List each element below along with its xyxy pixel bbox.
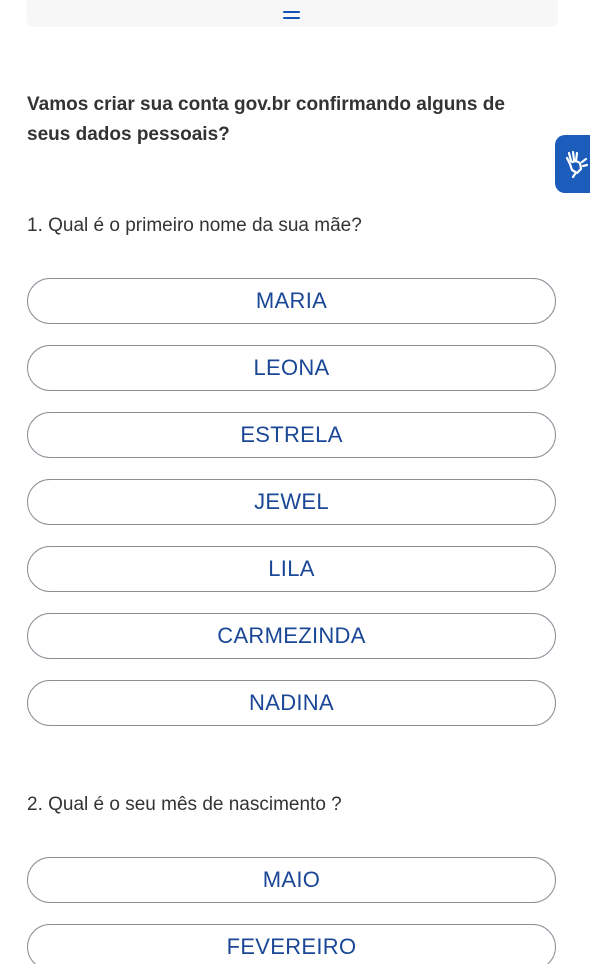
option-estrela-button[interactable]: ESTRELA xyxy=(27,412,556,458)
intro-text: Vamos criar sua conta gov.br confirmando… xyxy=(27,94,505,145)
option-lila-button[interactable]: LILA xyxy=(27,546,556,592)
option-fevereiro-button[interactable]: FEVEREIRO xyxy=(27,924,556,964)
question-1-label: 1. Qual é o primeiro nome da sua mãe? xyxy=(27,215,362,236)
menu-icon-line xyxy=(283,17,300,19)
menu-icon[interactable] xyxy=(283,11,300,19)
top-bar xyxy=(27,0,558,27)
menu-icon-line xyxy=(283,11,300,13)
option-carmezinda-button[interactable]: CARMEZINDA xyxy=(27,613,556,659)
option-leona-button[interactable]: LEONA xyxy=(27,345,556,391)
question-2-label: 2. Qual é o seu mês de nascimento ? xyxy=(27,794,342,815)
option-nadina-button[interactable]: NADINA xyxy=(27,680,556,726)
option-maria-button[interactable]: MARIA xyxy=(27,278,556,324)
page: Vamos criar sua conta gov.br confirmando… xyxy=(0,0,590,964)
option-maio-button[interactable]: MAIO xyxy=(27,857,556,903)
option-jewel-button[interactable]: JEWEL xyxy=(27,479,556,525)
vlibras-accessibility-button[interactable] xyxy=(555,135,590,193)
vlibras-hands-icon xyxy=(565,150,589,179)
